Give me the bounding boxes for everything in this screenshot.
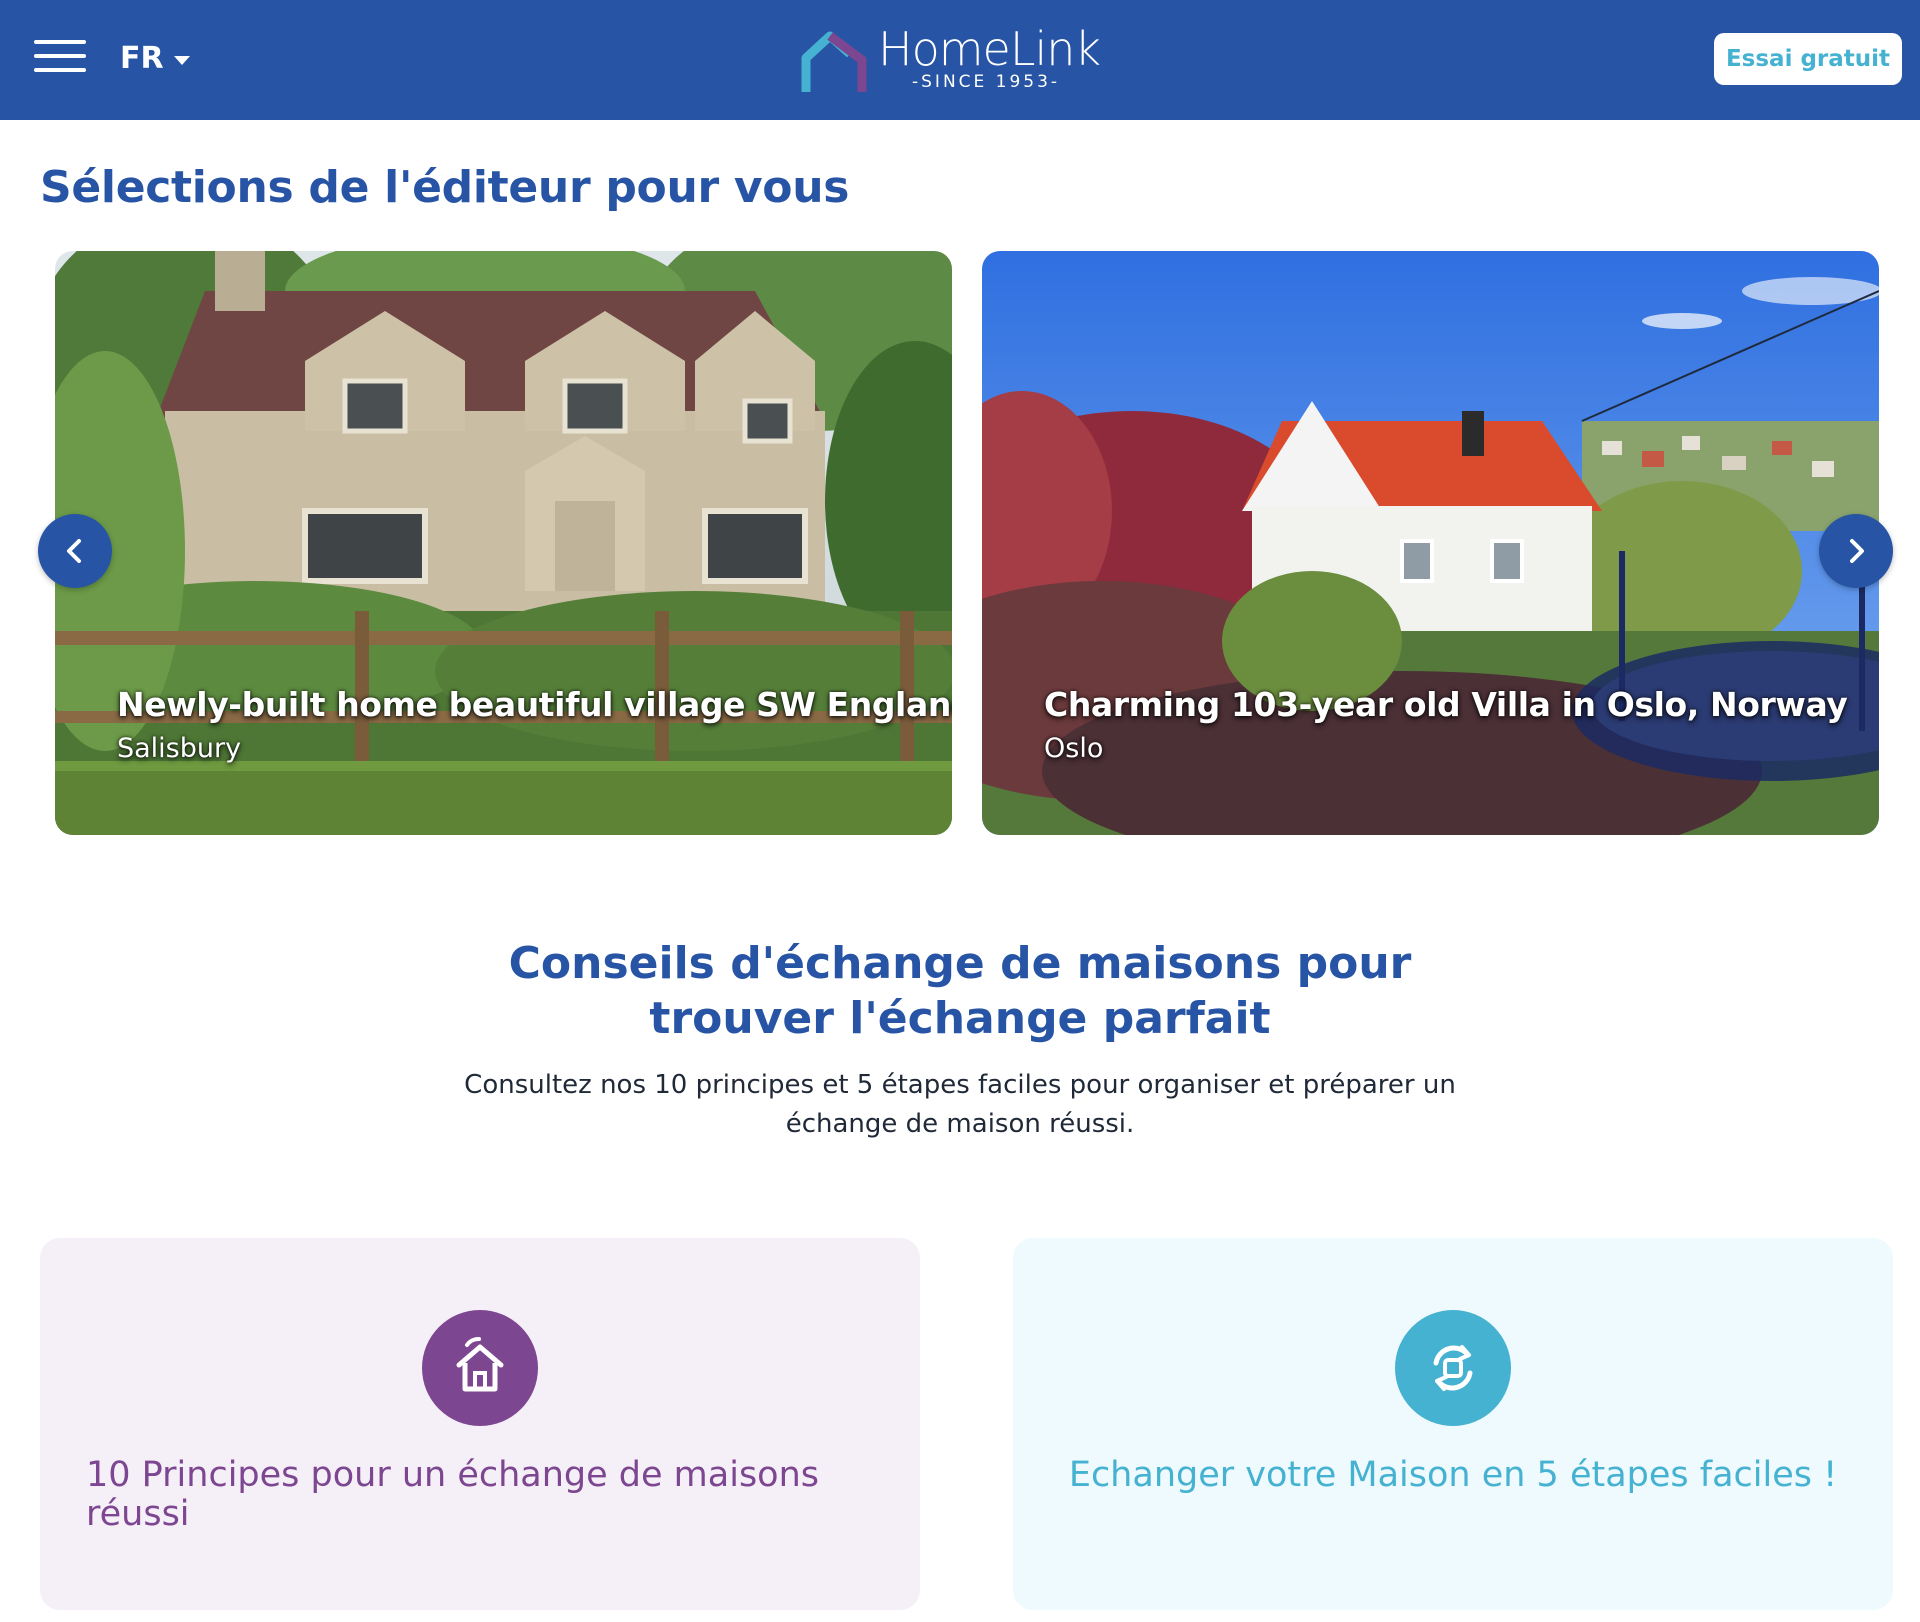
listing-card-salisbury[interactable]: Newly-built home beautiful village SW En… bbox=[55, 251, 952, 835]
carousel-prev-button[interactable] bbox=[38, 514, 112, 588]
principles-label: 10 Principes pour un échange de maisons … bbox=[86, 1456, 819, 1534]
tips-description-line1: Consultez nos 10 principes et 5 étapes f… bbox=[464, 1070, 1456, 1100]
home-icon bbox=[422, 1310, 538, 1426]
language-label: FR bbox=[120, 40, 164, 76]
chevron-right-icon bbox=[1850, 539, 1864, 563]
principles-label-line1: 10 Principes pour un échange de maisons bbox=[86, 1455, 820, 1495]
listing-title: Charming 103-year old Villa in Oslo, Nor… bbox=[1044, 685, 1848, 724]
principles-label-line2: réussi bbox=[86, 1494, 190, 1534]
logo-tagline: -SINCE 1953- bbox=[912, 72, 1061, 92]
editor-picks-title: Sélections de l'éditeur pour vous bbox=[40, 162, 850, 213]
caret-down-icon bbox=[173, 55, 190, 65]
hamburger-icon[interactable] bbox=[34, 36, 86, 76]
principles-card[interactable]: 10 Principes pour un échange de maisons … bbox=[40, 1238, 920, 1610]
tips-title-line1: Conseils d'échange de maisons pour bbox=[508, 938, 1412, 989]
top-header: FR HomeLink -SINCE 1953- Essai gratuit bbox=[0, 0, 1920, 120]
chevron-left-icon bbox=[67, 539, 81, 563]
listing-location: Salisbury bbox=[117, 733, 242, 764]
house-logo-icon bbox=[801, 31, 867, 92]
exchange-icon bbox=[1395, 1310, 1511, 1426]
tips-title: Conseils d'échange de maisons pour trouv… bbox=[460, 936, 1460, 1046]
listing-card-oslo[interactable]: Charming 103-year old Villa in Oslo, Nor… bbox=[982, 251, 1879, 835]
logo-wordmark: HomeLink bbox=[878, 22, 1101, 76]
tips-description: Consultez nos 10 principes et 5 étapes f… bbox=[400, 1066, 1520, 1144]
villa-photo bbox=[982, 251, 1879, 835]
steps-card[interactable]: Echanger votre Maison en 5 étapes facile… bbox=[1013, 1238, 1893, 1610]
tips-title-line2: trouver l'échange parfait bbox=[649, 993, 1271, 1044]
tips-description-line2: échange de maison réussi. bbox=[785, 1109, 1135, 1139]
listing-location: Oslo bbox=[1044, 733, 1104, 764]
carousel-next-button[interactable] bbox=[1819, 514, 1893, 588]
listing-title: Newly-built home beautiful village SW En… bbox=[117, 685, 952, 724]
homelink-logo[interactable]: HomeLink -SINCE 1953- bbox=[800, 22, 1101, 102]
language-selector[interactable]: FR bbox=[120, 38, 190, 78]
free-trial-button[interactable]: Essai gratuit bbox=[1714, 33, 1902, 85]
steps-label: Echanger votre Maison en 5 étapes facile… bbox=[1068, 1455, 1838, 1495]
